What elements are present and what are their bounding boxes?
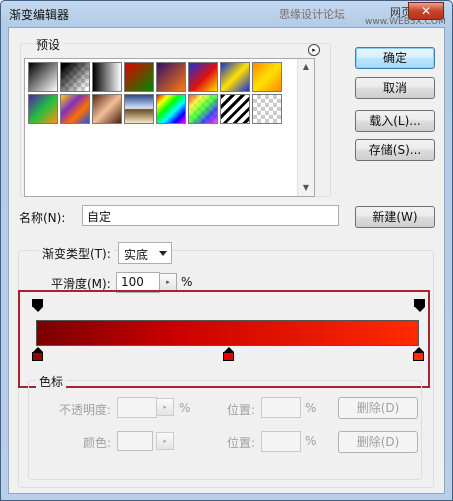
preset-violet-green-orange[interactable] <box>28 94 58 124</box>
title-bar[interactable]: 渐变编辑器 思缘设计论坛 www.WEB3X.COM 网页教学网 ✕ <box>1 1 452 27</box>
color-menu-icon[interactable]: ▸ <box>156 432 174 450</box>
opacity-unit: % <box>179 401 191 415</box>
opacity-input[interactable] <box>117 397 157 418</box>
opacity-location-unit: % <box>305 401 317 415</box>
chevron-down-icon <box>159 251 167 256</box>
preset-black-transparent[interactable] <box>60 62 90 92</box>
preset-chrome[interactable] <box>124 94 154 124</box>
preset-copper[interactable] <box>92 94 122 124</box>
name-label: 名称(N): <box>19 211 66 225</box>
preset-blue-red-yellow[interactable] <box>188 62 218 92</box>
smoothness-unit: % <box>181 275 193 289</box>
scroll-up-icon[interactable]: ▲ <box>298 59 314 75</box>
presets-list[interactable]: ▲ ▼ <box>24 58 315 197</box>
color-stops-group <box>28 380 422 480</box>
preset-transparent-rainbow[interactable] <box>188 94 218 124</box>
delete-color-stop-button[interactable]: 删除(D) <box>338 431 418 453</box>
color-stops-label: 色标 <box>36 373 67 390</box>
preset-black-white-2[interactable] <box>92 62 122 92</box>
window-title: 渐变编辑器 <box>9 8 70 22</box>
cancel-button[interactable]: 取消 <box>355 77 435 99</box>
color-label: 颜色: <box>83 436 112 450</box>
color-location-unit: % <box>305 434 317 448</box>
ok-button[interactable]: 确定 <box>355 47 435 69</box>
preset-violet-orange[interactable] <box>156 62 186 92</box>
preset-black-white[interactable] <box>28 62 58 92</box>
opacity-location-input[interactable] <box>261 397 301 418</box>
gradient-type-value: 实底 <box>124 248 149 262</box>
gradient-type-label: 渐变类型(T): <box>39 245 114 262</box>
preset-swatch-grid <box>28 62 292 126</box>
preset-blue-yellow-blue[interactable] <box>220 62 250 92</box>
presets-menu-icon[interactable]: ▸ <box>308 44 320 56</box>
new-button[interactable]: 新建(W) <box>355 206 435 228</box>
annotation-highlight <box>18 290 430 388</box>
opacity-stepper-icon[interactable]: ▸ <box>156 398 174 416</box>
preset-orange-yellow-orange[interactable] <box>252 62 282 92</box>
smoothness-stepper-icon[interactable]: ▸ <box>159 273 177 291</box>
color-location-input[interactable] <box>261 431 301 452</box>
scroll-down-icon[interactable]: ▼ <box>298 180 314 196</box>
close-icon: ✕ <box>420 4 432 18</box>
preset-transparent[interactable] <box>252 94 282 124</box>
stop-color-well[interactable] <box>117 431 153 451</box>
preset-yellow-violet-orange-blue[interactable] <box>60 94 90 124</box>
name-input[interactable]: 自定 <box>82 205 339 226</box>
load-button[interactable]: 载入(L)... <box>355 110 435 132</box>
presets-scrollbar[interactable]: ▲ ▼ <box>297 59 314 196</box>
preset-spectrum[interactable] <box>156 94 186 124</box>
gradient-editor-window: 渐变编辑器 思缘设计论坛 www.WEB3X.COM 网页教学网 ✕ 预设 ▸ … <box>0 0 453 501</box>
preset-red-green[interactable] <box>124 62 154 92</box>
delete-opacity-stop-button[interactable]: 删除(D) <box>338 397 418 419</box>
presets-label: 预设 <box>33 36 64 53</box>
preset-transparent-stripes[interactable] <box>220 94 250 124</box>
opacity-label: 不透明度: <box>59 403 112 417</box>
watermark-text: 思缘设计论坛 <box>279 8 345 21</box>
color-location-label: 位置: <box>227 436 256 450</box>
dialog-client-area: 预设 ▸ ▲ ▼ 确定 取消 载入(L)... 存储(S)... 名称(N): … <box>8 27 445 494</box>
gradient-type-select[interactable]: 实底 <box>118 242 172 264</box>
save-button[interactable]: 存储(S)... <box>355 139 435 161</box>
opacity-location-label: 位置: <box>227 403 256 417</box>
close-button[interactable]: ✕ <box>408 2 444 20</box>
